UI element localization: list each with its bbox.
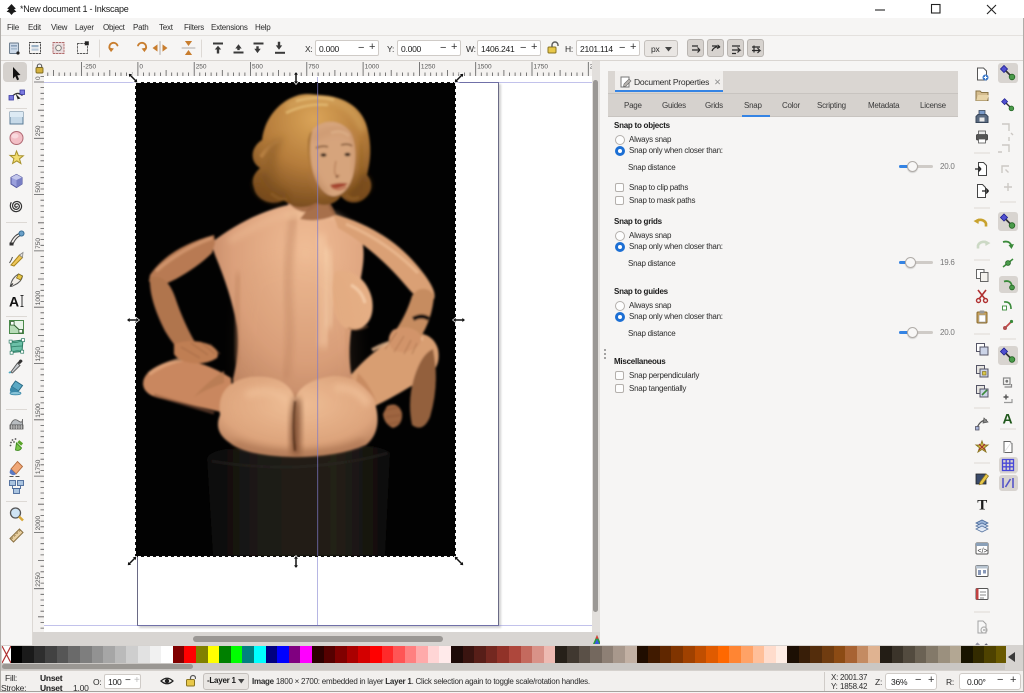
svg-text:2250: 2250 <box>35 572 42 587</box>
svg-text:A: A <box>9 294 19 310</box>
svg-text:T: T <box>977 498 987 514</box>
svg-text:750: 750 <box>35 238 42 249</box>
svg-text:250: 250 <box>196 64 207 71</box>
svg-text:A: A <box>1003 411 1013 427</box>
svg-text:1250: 1250 <box>35 347 42 362</box>
svg-text:1750: 1750 <box>35 459 42 474</box>
svg-text:1000: 1000 <box>365 64 380 71</box>
svg-text:-250: -250 <box>83 64 96 71</box>
svg-text:250: 250 <box>35 125 42 136</box>
svg-text:</>: </> <box>978 548 988 555</box>
svg-text:2000: 2000 <box>35 516 42 531</box>
svg-text:1500: 1500 <box>35 403 42 418</box>
svg-text:750: 750 <box>308 64 319 71</box>
svg-text:1250: 1250 <box>421 64 436 71</box>
svg-text:1500: 1500 <box>477 64 492 71</box>
svg-text:0: 0 <box>139 64 143 71</box>
svg-text:500: 500 <box>35 181 42 192</box>
svg-text:0: 0 <box>35 76 42 80</box>
svg-text:500: 500 <box>252 64 263 71</box>
svg-text:1000: 1000 <box>35 290 42 305</box>
svg-text:1750: 1750 <box>534 64 549 71</box>
